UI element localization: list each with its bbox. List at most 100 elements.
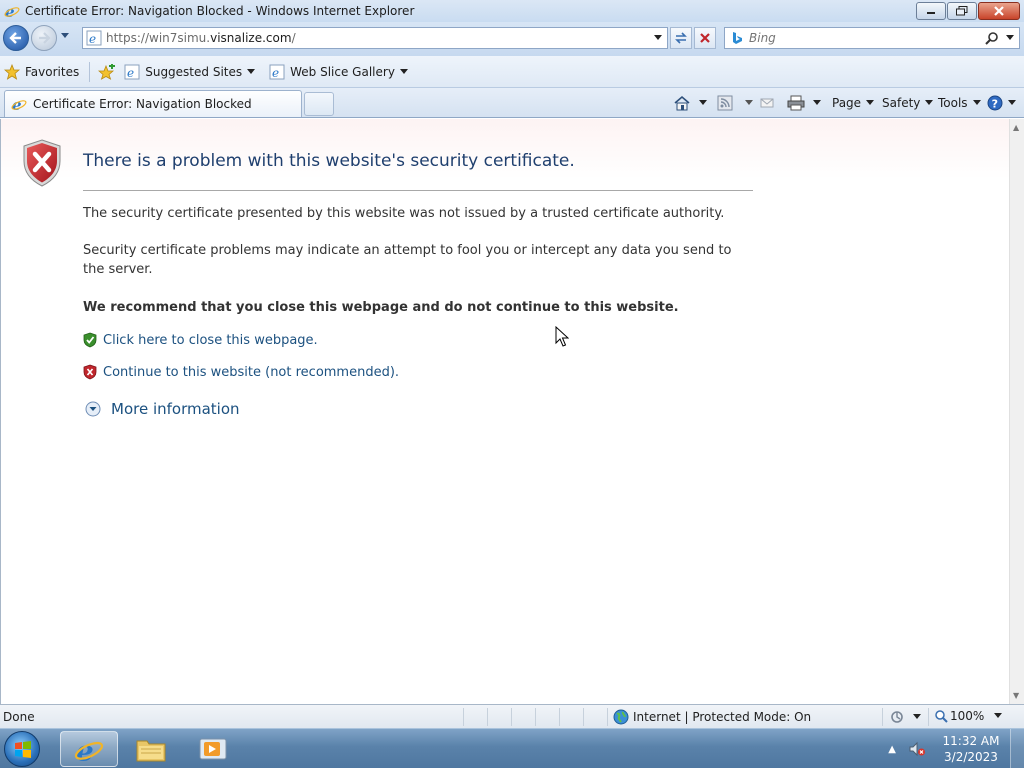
home-button[interactable] xyxy=(673,93,707,113)
taskbar-internet-explorer[interactable]: e xyxy=(60,731,118,767)
forward-button[interactable] xyxy=(31,25,57,51)
compatibility-refresh-button[interactable] xyxy=(670,27,692,49)
back-arrow-icon xyxy=(9,32,21,44)
address-url[interactable]: https://win7simu.visnalize.com/ xyxy=(106,31,296,45)
title-bar[interactable]: e Certificate Error: Navigation Blocked … xyxy=(0,0,1024,22)
feeds-button[interactable] xyxy=(717,93,753,113)
recommendation-text: We recommend that you close this webpage… xyxy=(83,300,679,315)
system-clock[interactable]: 11:32 AM 3/2/2023 xyxy=(936,733,1006,765)
chevron-down-icon xyxy=(813,100,821,105)
help-icon: ? xyxy=(987,95,1003,111)
rss-feed-icon xyxy=(717,95,733,111)
taskbar: e ▲ 11:32 AM 3/2/2023 xyxy=(0,728,1024,768)
chevron-down-icon xyxy=(247,68,256,74)
mouse-cursor-icon xyxy=(555,326,569,347)
status-separator xyxy=(928,708,929,726)
zoom-magnifier-icon xyxy=(935,710,948,723)
zoom-level: 100% xyxy=(950,709,985,723)
add-to-favorites-bar-icon[interactable] xyxy=(98,63,116,80)
chevron-down-icon xyxy=(972,100,981,105)
navigation-bar: e https://win7simu.visnalize.com/ xyxy=(0,22,1024,56)
globe-icon xyxy=(613,709,629,725)
page-menu-button[interactable]: Page xyxy=(832,93,875,113)
volume-muted-icon[interactable] xyxy=(908,741,926,757)
chevron-down-icon xyxy=(866,100,875,105)
address-dropdown-icon[interactable] xyxy=(653,34,663,42)
green-shield-check-icon xyxy=(83,332,97,348)
address-bar[interactable]: e https://win7simu.visnalize.com/ xyxy=(82,27,668,49)
continue-to-website-link[interactable]: Continue to this website (not recommende… xyxy=(83,364,399,380)
chevron-down-icon xyxy=(913,714,921,719)
web-slice-gallery-item[interactable]: e Web Slice Gallery xyxy=(265,60,412,84)
tab-certificate-error[interactable]: e Certificate Error: Navigation Blocked xyxy=(4,90,302,117)
start-button[interactable] xyxy=(4,731,40,767)
status-text: Done xyxy=(3,710,35,724)
status-separator xyxy=(882,708,883,726)
minimize-button[interactable] xyxy=(916,2,946,20)
protected-mode-button[interactable] xyxy=(889,709,921,725)
vertical-scrollbar[interactable]: ▲ ▼ xyxy=(1009,119,1024,704)
internet-explorer-icon: e xyxy=(4,3,20,19)
search-options-dropdown-icon[interactable] xyxy=(1005,34,1015,42)
zoom-control[interactable]: 100% xyxy=(934,709,1003,723)
ie-page-icon: e xyxy=(124,64,140,80)
restore-button[interactable] xyxy=(947,2,977,20)
home-icon xyxy=(674,95,690,111)
favorites-separator xyxy=(89,61,91,82)
status-bar: Done Internet | Protected Mode: On 100% xyxy=(0,704,1024,728)
internet-explorer-icon: e xyxy=(11,96,27,112)
bing-icon xyxy=(733,32,742,44)
favorites-label: Favorites xyxy=(25,64,80,79)
tab-label: Certificate Error: Navigation Blocked xyxy=(33,97,252,111)
chevron-down-icon xyxy=(399,68,408,74)
read-mail-button[interactable] xyxy=(760,93,774,113)
internet-explorer-icon: e xyxy=(74,734,104,764)
red-shield-x-icon xyxy=(83,364,97,380)
show-desktop-button[interactable] xyxy=(1010,729,1024,768)
web-slice-gallery-label: Web Slice Gallery xyxy=(290,64,395,79)
taskbar-file-explorer[interactable] xyxy=(122,731,180,767)
minimize-icon xyxy=(927,12,935,14)
zone-label: Internet | Protected Mode: On xyxy=(633,710,812,724)
suggested-sites-item[interactable]: e Suggested Sites xyxy=(120,60,259,84)
recent-pages-dropdown-icon[interactable] xyxy=(60,32,70,40)
ie-page-icon: e xyxy=(269,64,285,80)
status-separator xyxy=(511,708,512,726)
scroll-up-icon[interactable]: ▲ xyxy=(1013,123,1019,132)
show-hidden-icons-icon[interactable]: ▲ xyxy=(888,744,896,755)
help-menu-button[interactable]: ? xyxy=(987,93,1016,113)
stop-button[interactable] xyxy=(694,27,716,49)
tab-command-bar: e Certificate Error: Navigation Blocked … xyxy=(0,88,1024,118)
taskbar-media-player[interactable] xyxy=(184,731,242,767)
status-separator xyxy=(559,708,560,726)
new-tab-button[interactable] xyxy=(304,92,334,116)
close-webpage-label: Click here to close this webpage. xyxy=(103,332,318,348)
status-separator xyxy=(607,708,608,726)
print-button[interactable] xyxy=(787,93,821,113)
search-icon[interactable] xyxy=(985,31,999,45)
close-webpage-link[interactable]: Click here to close this webpage. xyxy=(83,332,318,348)
page-menu-label: Page xyxy=(832,96,862,110)
tools-menu-button[interactable]: Tools xyxy=(938,93,981,113)
security-zone[interactable]: Internet | Protected Mode: On xyxy=(613,709,811,725)
chevron-down-icon xyxy=(925,100,934,105)
svg-text:?: ? xyxy=(992,98,998,111)
close-window-button[interactable] xyxy=(978,2,1020,20)
stop-x-icon xyxy=(700,33,710,43)
refresh-icon xyxy=(675,32,687,44)
more-information-toggle[interactable]: More information xyxy=(85,400,240,418)
favorites-star-icon xyxy=(4,63,20,80)
favorites-button[interactable]: Favorites xyxy=(0,60,83,84)
expand-chevron-icon xyxy=(85,401,101,417)
favorites-bar: Favorites e Suggested Sites e Web Slice … xyxy=(0,56,1024,88)
more-information-label: More information xyxy=(111,400,240,418)
scroll-down-icon[interactable]: ▼ xyxy=(1013,691,1019,700)
red-shield-error-icon xyxy=(23,139,61,187)
back-button[interactable] xyxy=(3,25,29,51)
search-input[interactable] xyxy=(749,31,979,45)
close-icon xyxy=(994,6,1004,16)
tools-menu-label: Tools xyxy=(938,96,968,110)
window-title: Certificate Error: Navigation Blocked - … xyxy=(25,4,415,18)
safety-menu-button[interactable]: Safety xyxy=(882,93,934,113)
search-box[interactable] xyxy=(724,27,1020,49)
